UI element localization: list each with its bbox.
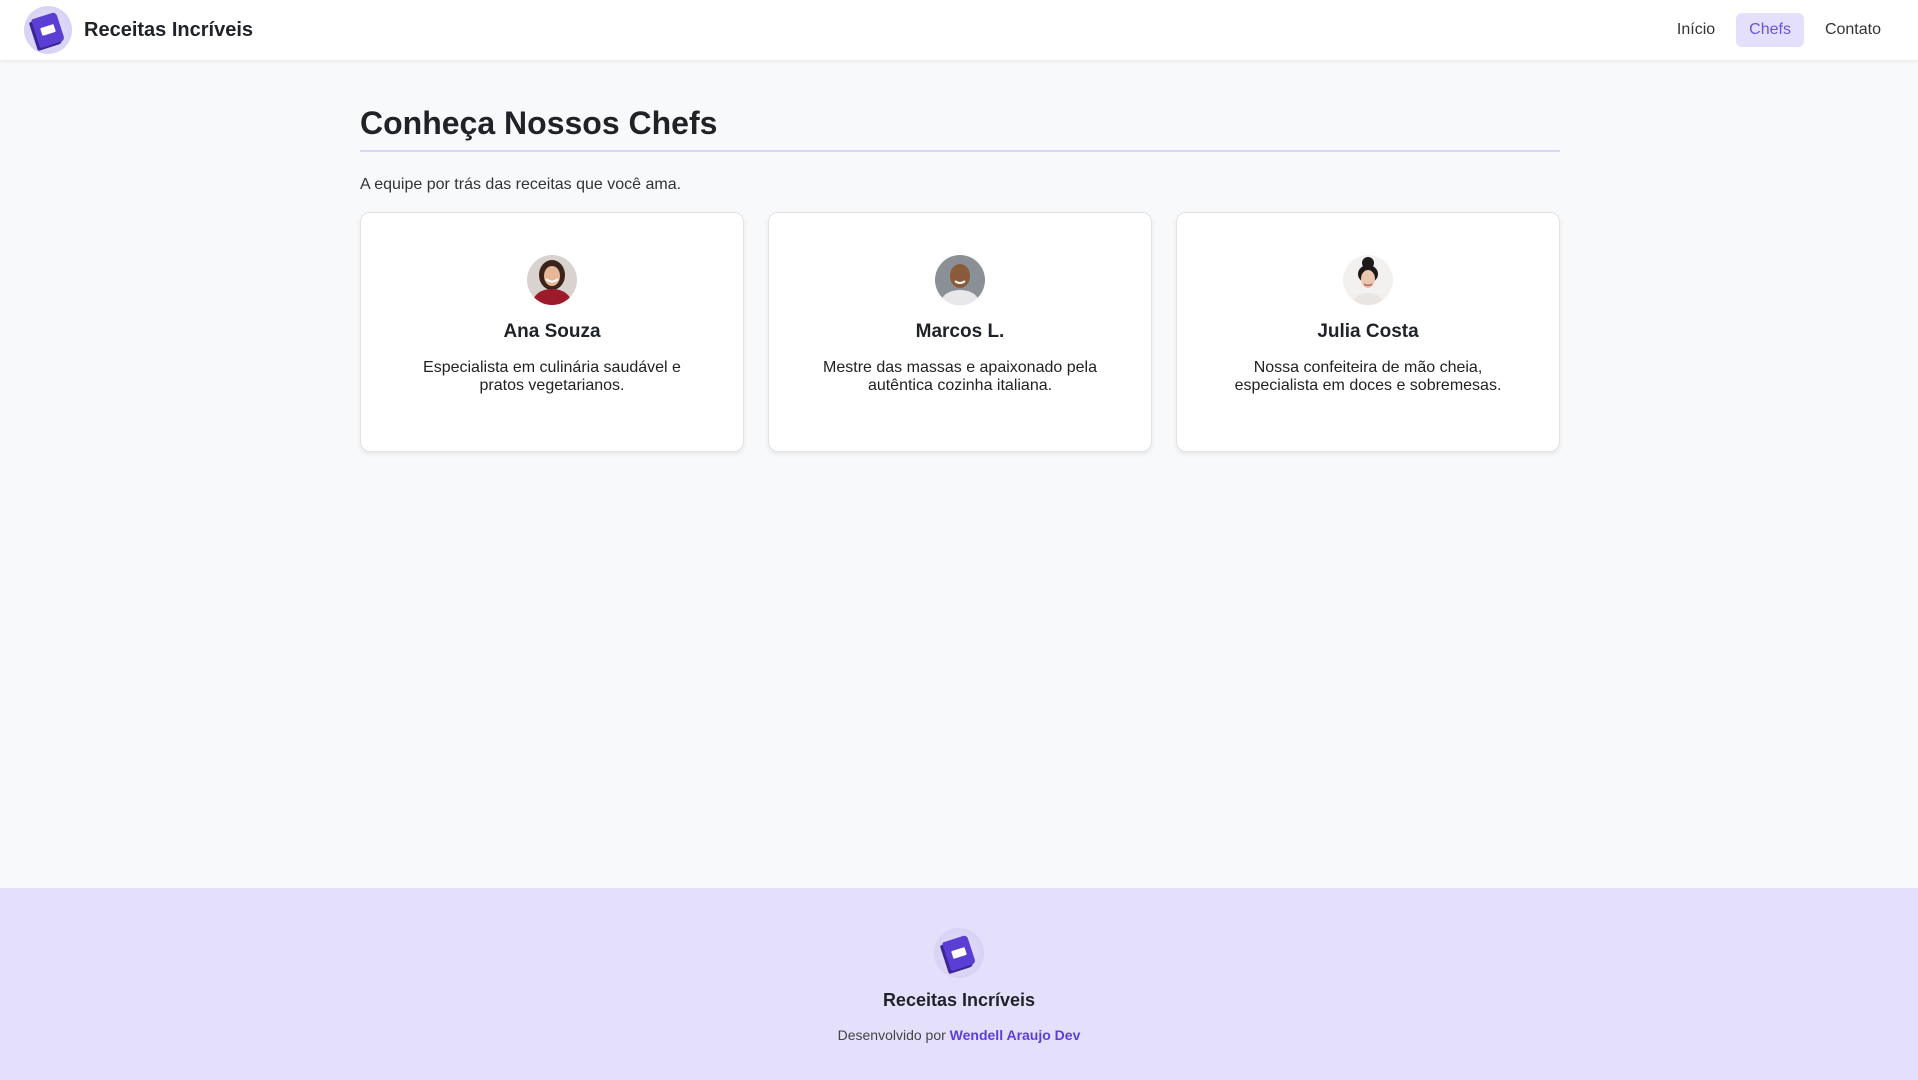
chef-card-marcos: Marcos L. Mestre das massas e apaixonado…: [768, 212, 1152, 452]
nav-link-chefs[interactable]: Chefs: [1736, 13, 1804, 47]
nav-link-contato[interactable]: Contato: [1812, 13, 1894, 47]
main-content: Conheça Nossos Chefs A equipe por trás d…: [360, 60, 1560, 452]
chef-name: Marcos L.: [915, 321, 1005, 342]
chef-photo-marcos-icon: [935, 255, 985, 305]
chef-photo-ana-icon: [527, 255, 577, 305]
developer-link[interactable]: Wendell Araujo Dev: [950, 1027, 1081, 1043]
book-logo-icon: [24, 6, 72, 54]
chef-avatar: [935, 255, 985, 305]
page-title: Conheça Nossos Chefs: [360, 105, 1560, 152]
chef-avatar: [527, 255, 577, 305]
nav-link-inicio[interactable]: Início: [1664, 13, 1728, 47]
footer-brand-name: Receitas Incríveis: [882, 990, 1036, 1010]
book-logo-icon: [934, 928, 984, 978]
chef-description: Especialista em culinária saudável e pra…: [423, 359, 681, 394]
chef-description: Nossa confeiteira de mão cheia, especial…: [1234, 359, 1502, 394]
brand-link[interactable]: Receitas Incríveis: [24, 6, 253, 54]
chef-name: Julia Costa: [1317, 321, 1419, 342]
chef-card-ana: Ana Souza Especialista em culinária saud…: [360, 212, 744, 452]
footer-credit: Desenvolvido por Wendell Araujo Dev: [838, 1027, 1081, 1043]
chef-card-julia: Julia Costa Nossa confeiteira de mão che…: [1176, 212, 1560, 452]
main-nav: Início Chefs Contato: [1664, 13, 1894, 47]
chef-cards: Ana Souza Especialista em culinária saud…: [360, 212, 1560, 452]
chef-name: Ana Souza: [503, 321, 601, 342]
chef-description: Mestre das massas e apaixonado pela autê…: [823, 359, 1097, 394]
page-subtitle: A equipe por trás das receitas que você …: [360, 176, 682, 193]
brand-name: Receitas Incríveis: [84, 18, 253, 41]
chef-photo-julia-icon: [1343, 255, 1393, 305]
top-navbar: Receitas Incríveis Início Chefs Contato: [0, 0, 1918, 60]
footer-credit-prefix: Desenvolvido por: [837, 1027, 946, 1043]
chef-avatar: [1343, 255, 1393, 305]
site-footer: Receitas Incríveis Desenvolvido por Wend…: [0, 888, 1918, 1080]
